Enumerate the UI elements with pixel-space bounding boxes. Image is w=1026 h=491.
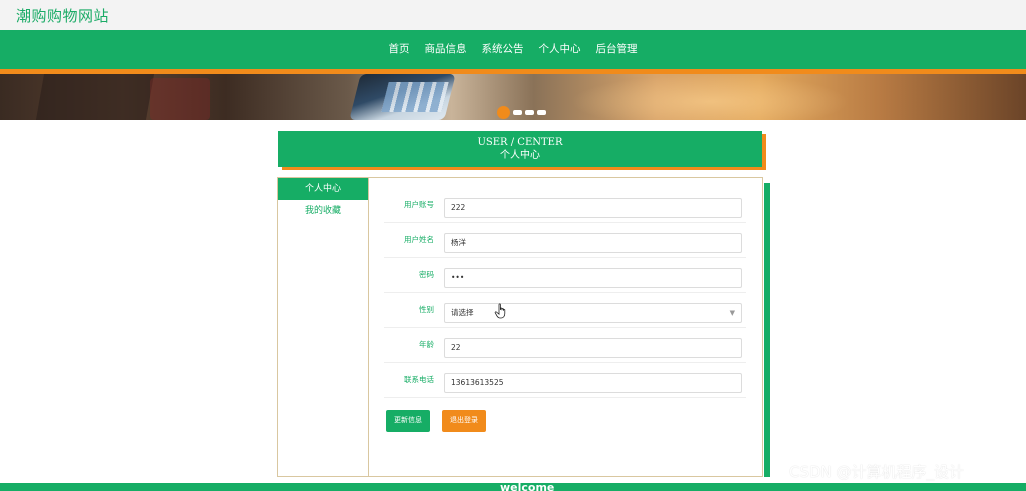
panel-shadow [764, 183, 770, 477]
phone-label: 联系电话 [404, 375, 434, 384]
age-label: 年龄 [419, 340, 434, 349]
sidebar-item-user-center[interactable]: 个人中心 [278, 178, 368, 200]
form-row-age: 年龄 22 [384, 328, 746, 363]
form-row-phone: 联系电话 13613613525 [384, 363, 746, 398]
name-input[interactable]: 杨洋 [444, 233, 742, 253]
hand-cursor-icon [494, 303, 506, 319]
profile-form: 用户账号 222 用户姓名 杨洋 密码 ••• 性别 请选择 ▼ 年龄 22 联… [384, 188, 746, 398]
nav-item-products[interactable]: 商品信息 [417, 30, 474, 69]
nav-item-home[interactable]: 首页 [381, 30, 417, 69]
password-input[interactable]: ••• [444, 268, 742, 288]
user-center-panel: 个人中心 我的收藏 用户账号 222 用户姓名 杨洋 密码 ••• 性别 请选择… [277, 177, 763, 477]
form-row-account: 用户账号 222 [384, 188, 746, 223]
site-title[interactable]: 潮购购物网站 [16, 5, 109, 26]
carousel-dot[interactable] [525, 109, 534, 115]
form-row-password: 密码 ••• [384, 258, 746, 293]
carousel-indicators [497, 105, 546, 119]
user-center-title-cn: 个人中心 [500, 150, 540, 161]
update-info-button[interactable]: 更新信息 [386, 410, 430, 432]
banner-light [570, 74, 850, 120]
sidebar: 个人中心 我的收藏 [278, 178, 369, 476]
banner-image-part [150, 78, 210, 120]
gender-select-value: 请选择 [451, 308, 474, 317]
top-bar: 潮购购物网站 [0, 0, 1026, 30]
gender-label: 性别 [419, 305, 434, 314]
carousel-dot[interactable] [513, 109, 522, 115]
banner-image-part [35, 74, 155, 120]
phone-input[interactable]: 13613613525 [444, 373, 742, 393]
password-label: 密码 [419, 270, 434, 279]
account-label: 用户账号 [404, 200, 434, 209]
chevron-down-icon: ▼ [729, 309, 735, 317]
nav-item-announcements[interactable]: 系统公告 [474, 30, 531, 69]
banner-phone-screen [381, 82, 449, 112]
carousel-dot[interactable] [537, 109, 546, 115]
account-input[interactable]: 222 [444, 198, 742, 218]
form-actions: 更新信息 退出登录 [386, 410, 486, 432]
nav-item-admin[interactable]: 后台管理 [588, 30, 645, 69]
footer: welcome [0, 483, 1026, 491]
carousel-dot-active[interactable] [497, 105, 510, 119]
user-center-header: USER / CENTER 个人中心 [278, 131, 762, 167]
sidebar-item-favorites[interactable]: 我的收藏 [278, 200, 368, 222]
page: 潮购购物网站 首页 商品信息 系统公告 个人中心 后台管理 USER / CEN… [0, 0, 1026, 491]
main-nav: 首页 商品信息 系统公告 个人中心 后台管理 [0, 30, 1026, 69]
age-input[interactable]: 22 [444, 338, 742, 358]
user-center-title-en: USER / CENTER [477, 137, 563, 148]
gender-select[interactable]: 请选择 ▼ [444, 303, 742, 323]
watermark: CSDN @计算机程序_设计 [789, 463, 965, 481]
form-row-name: 用户姓名 杨洋 [384, 223, 746, 258]
logout-button[interactable]: 退出登录 [442, 410, 486, 432]
nav-item-user-center[interactable]: 个人中心 [531, 30, 588, 69]
name-label: 用户姓名 [404, 235, 434, 244]
footer-text: welcome [500, 483, 555, 491]
form-row-gender: 性别 请选择 ▼ [384, 293, 746, 328]
